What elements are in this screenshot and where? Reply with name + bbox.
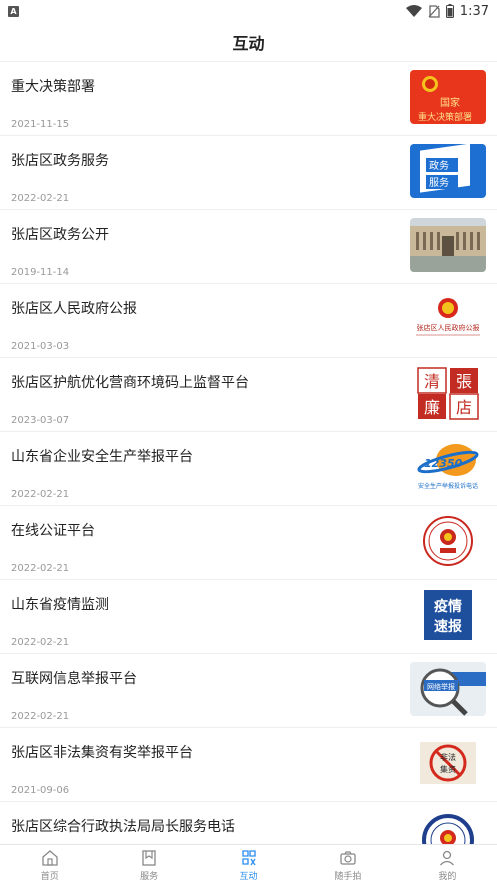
hotline-12350-image: 12350 安全生产举报投诉电话 xyxy=(410,440,486,494)
status-bar: A 1:37 xyxy=(0,0,497,22)
list-item[interactable]: 张店区政务服务 2022-02-21 政务 服务 xyxy=(0,136,497,210)
item-date: 2021-11-15 xyxy=(11,119,70,130)
no-sim-icon xyxy=(428,4,440,18)
tab-service[interactable]: 服务 xyxy=(99,845,198,885)
wifi-icon xyxy=(405,5,422,17)
bookmark-icon xyxy=(142,849,156,866)
item-date: 2022-02-21 xyxy=(11,193,70,204)
thumb-text: 张店区人民政府公报 xyxy=(417,323,480,332)
list-item[interactable]: 互联网信息举报平台 2022-02-21 网络举报 xyxy=(0,654,497,728)
thumb-text: 服务 xyxy=(429,176,449,189)
thumb-text: 集资 xyxy=(440,764,456,774)
magnifier-report-image: 网络举报 xyxy=(410,662,486,716)
item-title: 山东省疫情监测 xyxy=(11,597,109,613)
tab-snapshot[interactable]: 随手拍 xyxy=(298,845,397,885)
tab-label: 我的 xyxy=(438,871,457,882)
list-item[interactable]: 张店区综合行政执法局局长服务电话 xyxy=(0,802,497,844)
tab-profile[interactable]: 我的 xyxy=(398,845,497,885)
thumb-text: 疫情 xyxy=(434,598,462,615)
thumb-text: 政务 xyxy=(429,159,449,172)
item-date: 2021-09-06 xyxy=(11,785,70,796)
item-title: 在线公证平台 xyxy=(11,523,95,539)
thumb-text: 速报 xyxy=(434,618,462,635)
gov-service-image: 政务 服务 xyxy=(410,144,486,198)
list-item[interactable]: 张店区人民政府公报 2021-03-03 张店区人民政府公报 xyxy=(0,284,497,358)
item-title: 张店区护航优化营商环境码上监督平台 xyxy=(11,375,249,391)
interact-icon xyxy=(241,849,256,865)
item-title: 张店区人民政府公报 xyxy=(11,301,137,317)
thumb-text: 国家 xyxy=(440,96,460,109)
tab-label: 随手拍 xyxy=(334,871,362,882)
home-icon xyxy=(42,849,58,866)
list-item[interactable]: 张店区非法集资有奖举报平台 2021-09-06 非法 集资 xyxy=(0,728,497,802)
item-title: 张店区政务公开 xyxy=(11,227,109,243)
list-item[interactable]: 重大决策部署 2021-11-15 国家 重大决策部署 xyxy=(0,62,497,136)
notification-icon: A xyxy=(8,5,19,17)
item-date: 2019-11-14 xyxy=(11,267,70,278)
list-item[interactable]: 在线公证平台 2022-02-21 xyxy=(0,506,497,580)
tab-home[interactable]: 首页 xyxy=(0,845,99,885)
app-header: 互动 xyxy=(0,22,497,62)
item-date: 2022-02-21 xyxy=(11,489,70,500)
list-item[interactable]: 张店区政务公开 2019-11-14 xyxy=(0,210,497,284)
item-title: 山东省企业安全生产举报平台 xyxy=(11,449,193,465)
thumb-text: 清 xyxy=(424,372,440,391)
page-title: 互动 xyxy=(232,33,265,53)
thumb-text: 重大决策部署 xyxy=(418,111,472,123)
item-date: 2022-02-21 xyxy=(11,711,70,722)
thumb-text: 店 xyxy=(456,398,472,417)
item-date: 2022-02-21 xyxy=(11,563,70,574)
decision-banner-image: 国家 重大决策部署 xyxy=(410,70,486,124)
item-date: 2021-03-03 xyxy=(11,341,70,352)
tab-label: 服务 xyxy=(140,871,159,882)
item-title: 张店区非法集资有奖举报平台 xyxy=(11,745,193,761)
item-date: 2023-03-07 xyxy=(11,415,70,426)
list-item[interactable]: 山东省企业安全生产举报平台 2022-02-21 12350 安全生产举报投诉电… xyxy=(0,432,497,506)
illegal-fund-image: 非法 集资 xyxy=(410,736,486,790)
thumb-text: 張 xyxy=(456,372,472,391)
thumb-text: 安全生产举报投诉电话 xyxy=(418,482,478,490)
enforcement-badge-image xyxy=(410,810,486,844)
interaction-list[interactable]: 重大决策部署 2021-11-15 国家 重大决策部署 张店区政务服务 2022… xyxy=(0,62,497,844)
bottom-tab-bar: 首页 服务 互动 随手拍 我的 xyxy=(0,844,497,885)
gov-building-image xyxy=(410,218,486,272)
item-title: 互联网信息举报平台 xyxy=(11,671,137,687)
camera-icon xyxy=(340,850,356,865)
notary-seal-image xyxy=(410,514,486,568)
thumb-text: 非法 xyxy=(440,752,456,762)
status-time: 1:37 xyxy=(459,3,489,19)
item-title: 重大决策部署 xyxy=(11,79,95,95)
gazette-emblem-image: 张店区人民政府公报 xyxy=(410,292,486,346)
battery-icon xyxy=(445,4,454,18)
tab-label: 首页 xyxy=(40,871,59,882)
item-title: 张店区政务服务 xyxy=(11,153,109,169)
item-date: 2022-02-21 xyxy=(11,637,70,648)
thumb-text: 网络举报 xyxy=(427,682,455,691)
list-item[interactable]: 山东省疫情监测 2022-02-21 疫情 速报 xyxy=(0,580,497,654)
tab-interact[interactable]: 互动 xyxy=(199,845,298,885)
user-icon xyxy=(440,850,455,865)
thumb-text: 12350 xyxy=(424,457,463,470)
thumb-text: 廉 xyxy=(424,398,440,417)
tab-label: 互动 xyxy=(239,871,258,882)
list-item[interactable]: 张店区护航优化营商环境码上监督平台 2023-03-07 清 張 廉 店 xyxy=(0,358,497,432)
clean-seal-image: 清 張 廉 店 xyxy=(410,366,486,420)
item-title: 张店区综合行政执法局局长服务电话 xyxy=(11,819,235,835)
epidemic-news-image: 疫情 速报 xyxy=(410,588,486,642)
